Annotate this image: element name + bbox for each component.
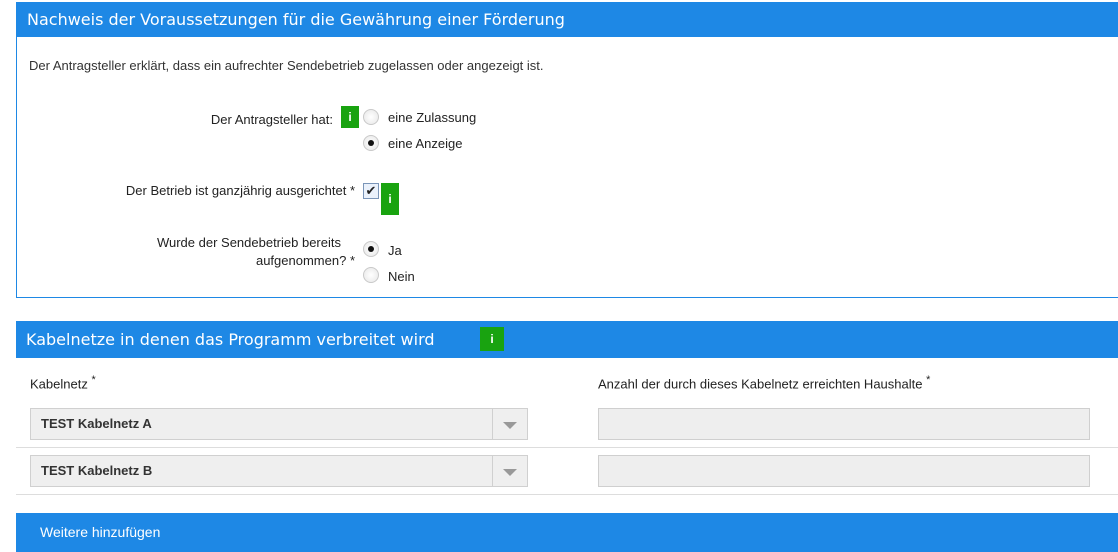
- started-label-line1: Wurde der Sendebetrieb bereits: [156, 235, 341, 250]
- chevron-down-icon[interactable]: [492, 409, 527, 439]
- radio-nein-label: Nein: [388, 269, 415, 284]
- yearround-checkbox[interactable]: ✔: [363, 183, 379, 199]
- add-more-button[interactable]: Weitere hinzufügen: [16, 513, 1118, 552]
- yearround-label: Der Betrieb ist ganzjährig ausgerichtet …: [125, 183, 355, 198]
- radio-zulassung-label: eine Zulassung: [388, 110, 477, 125]
- cable-networks-title: Kabelnetze in denen das Programm verbrei…: [26, 330, 435, 349]
- radio-nein[interactable]: [363, 267, 379, 283]
- kabelnetz-select-b-value: TEST Kabelnetz B: [41, 463, 153, 478]
- requirements-intro: Der Antragsteller erklärt, dass ein aufr…: [29, 58, 544, 73]
- started-label-line2: aufgenommen? *: [255, 253, 355, 268]
- row-divider: [16, 494, 1118, 495]
- kabelnetz-select-a-value: TEST Kabelnetz A: [41, 416, 152, 431]
- row-divider: [16, 447, 1118, 448]
- requirements-header: Nachweis der Voraussetzungen für die Gew…: [17, 3, 1118, 37]
- radio-zulassung[interactable]: [363, 109, 379, 125]
- checkmark-icon: ✔: [365, 183, 377, 198]
- column-households: Anzahl der durch dieses Kabelnetz erreic…: [598, 374, 931, 392]
- radio-anzeige-label: eine Anzeige: [388, 136, 463, 151]
- info-icon[interactable]: i: [341, 106, 359, 128]
- chevron-down-icon[interactable]: [492, 456, 527, 486]
- cable-networks-header: Kabelnetze in denen das Programm verbrei…: [16, 321, 1118, 358]
- requirements-panel: Nachweis der Voraussetzungen für die Gew…: [16, 2, 1118, 298]
- radio-ja[interactable]: [363, 241, 379, 257]
- households-input-a[interactable]: [598, 408, 1090, 440]
- column-kabelnetz: Kabelnetz *: [30, 374, 96, 392]
- kabelnetz-select-b[interactable]: TEST Kabelnetz B: [30, 455, 528, 487]
- kabelnetz-select-a[interactable]: TEST Kabelnetz A: [30, 408, 528, 440]
- radio-anzeige[interactable]: [363, 135, 379, 151]
- info-icon[interactable]: i: [480, 327, 504, 351]
- radio-ja-label: Ja: [388, 243, 402, 258]
- applicant-label: Der Antragsteller hat:: [210, 112, 333, 127]
- info-icon[interactable]: i: [381, 183, 399, 215]
- households-input-b[interactable]: [598, 455, 1090, 487]
